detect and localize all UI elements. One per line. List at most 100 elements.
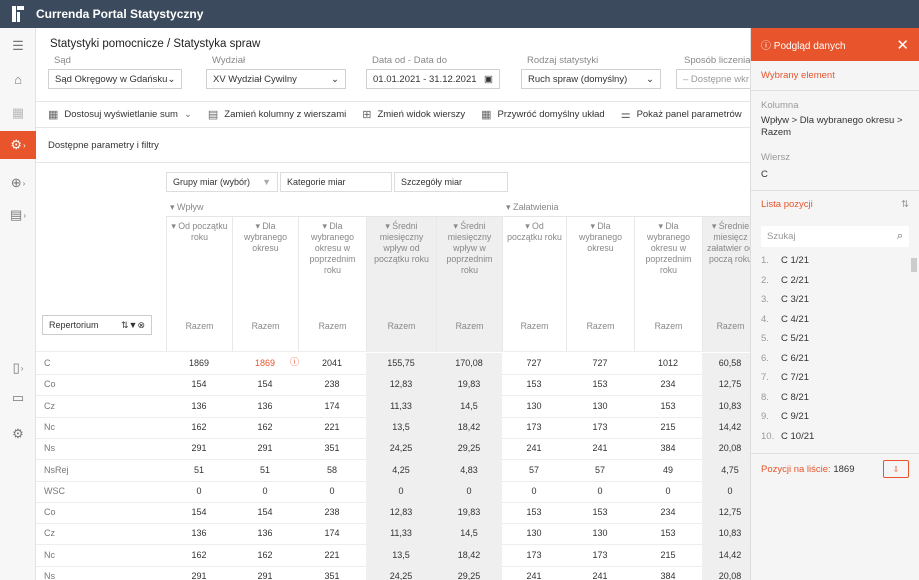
list-item[interactable]: 4. C 4/21: [761, 310, 909, 330]
table-cell[interactable]: 29,25: [436, 438, 502, 460]
list-item[interactable]: 5. C 5/21: [761, 329, 909, 349]
table-cell[interactable]: 14,5: [436, 523, 502, 545]
table-cell[interactable]: 130: [566, 523, 634, 544]
table-cell[interactable]: 51: [232, 460, 298, 481]
row-header[interactable]: Ns: [44, 571, 55, 580]
table-cell[interactable]: 0: [166, 481, 232, 502]
table-cell[interactable]: 4,83: [436, 459, 502, 481]
table-cell[interactable]: 57: [566, 460, 634, 481]
table-cell[interactable]: 136: [232, 523, 298, 544]
row-header[interactable]: Nc: [44, 550, 55, 560]
counting-select[interactable]: – Dostępne wkr: [676, 69, 750, 89]
measure-details-field[interactable]: Szczegóły miar: [394, 172, 508, 192]
table-cell[interactable]: 11,33: [366, 395, 436, 417]
column-header[interactable]: ▾ Średnie miesięcz załatwier od począ ro…: [702, 217, 750, 297]
table-cell[interactable]: 18,42: [436, 416, 502, 438]
table-cell[interactable]: 153: [566, 374, 634, 395]
table-cell[interactable]: 351: [298, 438, 366, 459]
table-cell[interactable]: 153: [634, 396, 702, 417]
building-icon[interactable]: ▦: [0, 99, 36, 127]
restore-layout-button[interactable]: ▦ Przywróć domyślny układ: [481, 108, 605, 121]
stat-type-select[interactable]: Ruch spraw (domyślny) ⌄: [521, 69, 661, 89]
table-cell[interactable]: 153: [502, 374, 566, 395]
table-cell[interactable]: 234: [634, 502, 702, 523]
warning-icon[interactable]: ⓘ: [290, 355, 299, 368]
table-cell[interactable]: 13,5: [366, 416, 436, 438]
row-header[interactable]: C: [44, 358, 51, 368]
list-item[interactable]: 10. C 10/21: [761, 427, 909, 447]
table-cell[interactable]: 14,42: [702, 544, 750, 566]
table-cell[interactable]: 4,25: [366, 459, 436, 481]
row-header[interactable]: NsRej: [44, 465, 69, 475]
column-header[interactable]: ▾ Dla wybranego okresu w poprzednim roku: [298, 217, 366, 297]
table-cell[interactable]: 136: [166, 396, 232, 417]
table-cell[interactable]: 13,5: [366, 544, 436, 566]
table-cell[interactable]: 57: [502, 460, 566, 481]
table-cell[interactable]: 0: [366, 480, 436, 502]
table-cell[interactable]: 0: [702, 480, 750, 502]
table-cell[interactable]: 241: [566, 438, 634, 459]
table-cell[interactable]: 1012: [634, 353, 702, 374]
column-header[interactable]: ▾ Dla wybranego okresu: [232, 217, 298, 297]
table-cell[interactable]: 174: [298, 396, 366, 417]
measure-categories-field[interactable]: Kategorie miar: [280, 172, 392, 192]
table-cell[interactable]: 4,75: [702, 459, 750, 481]
table-cell[interactable]: 130: [502, 523, 566, 544]
table-cell[interactable]: 155,75: [366, 353, 436, 374]
sort-filter-clear-icon[interactable]: ⇅▼⊗: [121, 320, 145, 331]
table-cell[interactable]: 153: [634, 523, 702, 544]
table-cell[interactable]: 0: [502, 481, 566, 502]
table-cell[interactable]: 173: [566, 417, 634, 438]
search-box[interactable]: Szukaj ⌕: [761, 226, 909, 247]
table-cell[interactable]: 153: [566, 502, 634, 523]
table-cell[interactable]: 154: [166, 502, 232, 523]
table-cell[interactable]: 221: [298, 417, 366, 438]
table-cell[interactable]: 154: [232, 374, 298, 395]
table-cell[interactable]: 162: [166, 417, 232, 438]
table-cell[interactable]: 29,25: [436, 566, 502, 580]
table-cell[interactable]: 154: [166, 374, 232, 395]
row-field-repertorium[interactable]: Repertorium ⇅▼⊗: [42, 315, 152, 335]
settings-nav-icon[interactable]: ⊕ ›: [0, 169, 36, 197]
table-cell[interactable]: 14,5: [436, 395, 502, 417]
menu-icon[interactable]: ☰: [0, 32, 36, 60]
table-cell[interactable]: 1869: [166, 353, 232, 374]
table-cell[interactable]: 136: [166, 523, 232, 544]
params-row[interactable]: Dostępne parametry i filtry: [36, 128, 750, 163]
list-item[interactable]: 2. C 2/21: [761, 271, 909, 291]
table-cell[interactable]: 174: [298, 523, 366, 544]
table-cell[interactable]: 238: [298, 502, 366, 523]
table-cell[interactable]: 291: [232, 438, 298, 459]
filter-icon[interactable]: ▼: [262, 177, 271, 187]
column-header[interactable]: ▾ Dla wybranego okresu: [566, 217, 634, 297]
row-header[interactable]: Co: [44, 379, 56, 389]
table-cell[interactable]: 170,08: [436, 353, 502, 374]
table-cell[interactable]: 12,83: [366, 374, 436, 396]
export-excel-icon[interactable]: ⇩: [883, 460, 909, 478]
sort-icon[interactable]: ⇅: [901, 199, 909, 210]
row-header[interactable]: Cz: [44, 401, 55, 411]
table-cell[interactable]: 727: [502, 353, 566, 374]
list-item[interactable]: 1. C 1/21: [761, 251, 909, 271]
document-nav-icon[interactable]: ▯ ›: [0, 354, 36, 382]
court-select[interactable]: Sąd Okręgowy w Gdańsku ⌄: [48, 69, 182, 89]
row-view-button[interactable]: ⊞ Zmień widok wierszy: [362, 108, 465, 121]
list-item[interactable]: 8. C 8/21: [761, 388, 909, 408]
table-cell[interactable]: 241: [502, 566, 566, 580]
search-input[interactable]: Szukaj: [767, 231, 796, 242]
table-cell[interactable]: 0: [232, 481, 298, 502]
table-cell[interactable]: 351: [298, 566, 366, 580]
home-icon[interactable]: ⌂: [0, 65, 36, 93]
table-cell[interactable]: 384: [634, 566, 702, 580]
table-cell[interactable]: 238: [298, 374, 366, 395]
table-cell[interactable]: 20,08: [702, 566, 750, 580]
table-cell[interactable]: 154: [232, 502, 298, 523]
measure-groups-select[interactable]: Grupy miar (wybór) ▼: [166, 172, 278, 192]
list-item[interactable]: 3. C 3/21: [761, 290, 909, 310]
calendar-icon[interactable]: ▣: [484, 74, 493, 85]
scrollbar[interactable]: [911, 250, 917, 446]
table-cell[interactable]: 18,42: [436, 544, 502, 566]
table-cell[interactable]: 0: [298, 481, 366, 502]
table-cell[interactable]: 162: [232, 545, 298, 566]
table-cell[interactable]: 384: [634, 438, 702, 459]
